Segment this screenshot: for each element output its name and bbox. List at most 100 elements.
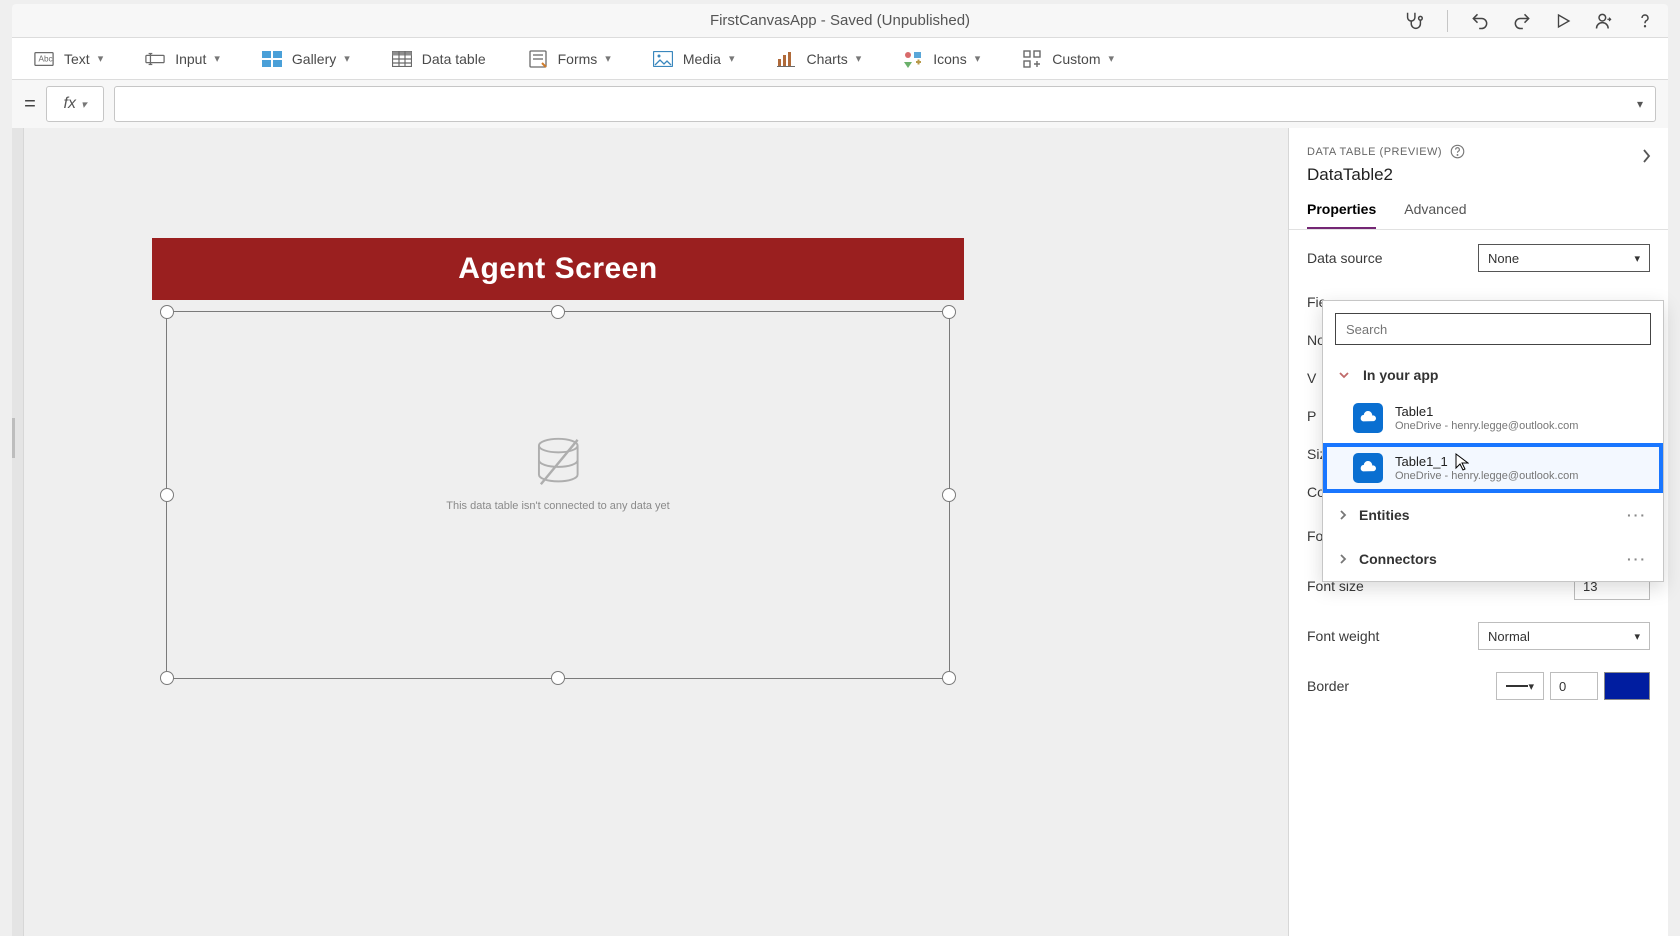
left-gutter xyxy=(12,128,24,936)
chevron-down-icon: ▾ xyxy=(1634,630,1640,643)
formula-input[interactable]: ▾ xyxy=(114,86,1656,122)
ds-section-in-your-app[interactable]: In your app xyxy=(1323,357,1663,393)
resize-handle[interactable] xyxy=(160,488,174,502)
fx-dropdown[interactable]: fx ▾ xyxy=(46,86,104,122)
ds-item-name: Table1_1 xyxy=(1395,454,1578,469)
empty-caption: This data table isn't connected to any d… xyxy=(446,500,669,512)
prop-label: Font weight xyxy=(1307,628,1379,644)
stethoscope-icon[interactable] xyxy=(1403,10,1425,32)
chevron-down-icon: ▾ xyxy=(605,52,611,65)
chevron-right-icon[interactable] xyxy=(1337,509,1349,521)
ribbon-input[interactable]: Input ▾ xyxy=(145,49,220,69)
ribbon-data-table[interactable]: Data table xyxy=(392,49,486,69)
svg-text:Abc: Abc xyxy=(39,54,53,63)
screen-title-bar[interactable]: Agent Screen xyxy=(152,238,964,300)
chevron-down-icon: ▾ xyxy=(98,52,104,65)
left-expand-tab[interactable] xyxy=(12,418,15,458)
ds-item-table1-1[interactable]: Table1_1 OneDrive - henry.legge@outlook.… xyxy=(1323,443,1663,493)
ribbon-label: Charts xyxy=(806,51,847,67)
ribbon-label: Forms xyxy=(558,51,598,67)
ds-section-connectors[interactable]: Connectors ··· xyxy=(1323,537,1663,581)
data-source-select[interactable]: None ▾ xyxy=(1478,244,1650,272)
resize-handle[interactable] xyxy=(160,671,174,685)
font-weight-select[interactable]: Normal ▾ xyxy=(1478,622,1650,650)
prop-border: Border ▾ 0 xyxy=(1307,672,1650,700)
ds-item-sub: OneDrive - henry.legge@outlook.com xyxy=(1395,420,1578,432)
select-value: Normal xyxy=(1488,629,1530,644)
ribbon-label: Input xyxy=(175,51,206,67)
chevron-down-icon: ▾ xyxy=(81,98,87,111)
ds-item-name: Table1 xyxy=(1395,404,1578,419)
chevron-down-icon[interactable] xyxy=(1337,368,1353,382)
chevron-down-icon: ▾ xyxy=(214,52,220,65)
border-color-swatch[interactable] xyxy=(1604,672,1650,700)
custom-icon xyxy=(1022,49,1042,69)
more-icon[interactable]: ··· xyxy=(1627,507,1647,523)
ribbon-charts[interactable]: Charts ▾ xyxy=(776,49,861,69)
formula-bar: = fx ▾ ▾ xyxy=(12,80,1668,128)
icons-icon xyxy=(903,49,923,69)
border-width-input[interactable]: 0 xyxy=(1550,672,1598,700)
play-icon[interactable] xyxy=(1554,12,1572,30)
ribbon-custom[interactable]: Custom ▾ xyxy=(1022,49,1114,69)
chevron-down-icon: ▾ xyxy=(975,52,981,65)
select-value: None xyxy=(1488,251,1519,266)
ds-section-label: In your app xyxy=(1363,367,1438,383)
chevron-right-icon[interactable] xyxy=(1640,148,1652,164)
user-icon[interactable] xyxy=(1594,11,1614,31)
tab-properties[interactable]: Properties xyxy=(1307,201,1376,229)
resize-handle[interactable] xyxy=(551,671,565,685)
resize-handle[interactable] xyxy=(942,488,956,502)
database-icon xyxy=(529,434,587,492)
ribbon-icons[interactable]: Icons ▾ xyxy=(903,49,980,69)
media-icon xyxy=(653,49,673,69)
canvas[interactable]: Agent Screen This data tabl xyxy=(24,128,1288,936)
border-style-select[interactable]: ▾ xyxy=(1496,672,1544,700)
data-source-search-input[interactable] xyxy=(1335,313,1651,345)
help-circle-icon[interactable] xyxy=(1450,144,1465,159)
ribbon-gallery[interactable]: Gallery ▾ xyxy=(262,49,350,69)
app-title: FirstCanvasApp - Saved (Unpublished) xyxy=(710,12,970,29)
resize-handle[interactable] xyxy=(942,671,956,685)
chevron-down-icon[interactable]: ▾ xyxy=(1637,97,1643,111)
charts-icon xyxy=(776,49,796,69)
ribbon-label: Media xyxy=(683,51,721,67)
onedrive-icon xyxy=(1353,453,1383,483)
tab-advanced[interactable]: Advanced xyxy=(1404,201,1466,229)
prop-label: P xyxy=(1307,408,1316,424)
datatable-selection[interactable]: This data table isn't connected to any d… xyxy=(166,311,950,679)
ds-item-table1[interactable]: Table1 OneDrive - henry.legge@outlook.co… xyxy=(1323,393,1663,443)
chevron-down-icon: ▾ xyxy=(856,52,862,65)
ribbon-label: Icons xyxy=(933,51,966,67)
resize-handle[interactable] xyxy=(160,305,174,319)
chevron-right-icon[interactable] xyxy=(1337,553,1349,565)
screen-title-text: Agent Screen xyxy=(458,252,657,286)
chevron-down-icon: ▾ xyxy=(1634,252,1640,265)
help-icon[interactable] xyxy=(1636,10,1654,32)
gallery-icon xyxy=(262,49,282,69)
redo-icon[interactable] xyxy=(1512,11,1532,31)
ribbon-media[interactable]: Media ▾ xyxy=(653,49,735,69)
ribbon-forms[interactable]: Forms ▾ xyxy=(528,49,611,69)
numeric-value: 0 xyxy=(1559,679,1566,694)
prop-label: Data source xyxy=(1307,250,1382,266)
ribbon-label: Custom xyxy=(1052,51,1100,67)
resize-handle[interactable] xyxy=(942,305,956,319)
ribbon-label: Text xyxy=(64,51,90,67)
more-icon[interactable]: ··· xyxy=(1627,551,1647,567)
ds-item-sub: OneDrive - henry.legge@outlook.com xyxy=(1395,470,1578,482)
ribbon-text[interactable]: Abc Text ▾ xyxy=(34,49,103,69)
properties-tabs: Properties Advanced xyxy=(1289,193,1668,230)
panel-caption: DATA TABLE (PREVIEW) xyxy=(1307,146,1442,158)
resize-handle[interactable] xyxy=(551,305,565,319)
data-table-icon xyxy=(392,49,412,69)
prop-label: V xyxy=(1307,370,1316,386)
prop-data-source: Data source None ▾ xyxy=(1307,244,1650,272)
undo-icon[interactable] xyxy=(1470,11,1490,31)
chevron-down-icon: ▾ xyxy=(1528,680,1534,693)
fx-label: fx xyxy=(64,95,76,113)
ribbon-label: Gallery xyxy=(292,51,336,67)
ds-section-entities[interactable]: Entities ··· xyxy=(1323,493,1663,537)
border-style-line xyxy=(1506,685,1528,687)
chevron-down-icon: ▾ xyxy=(1108,52,1114,65)
